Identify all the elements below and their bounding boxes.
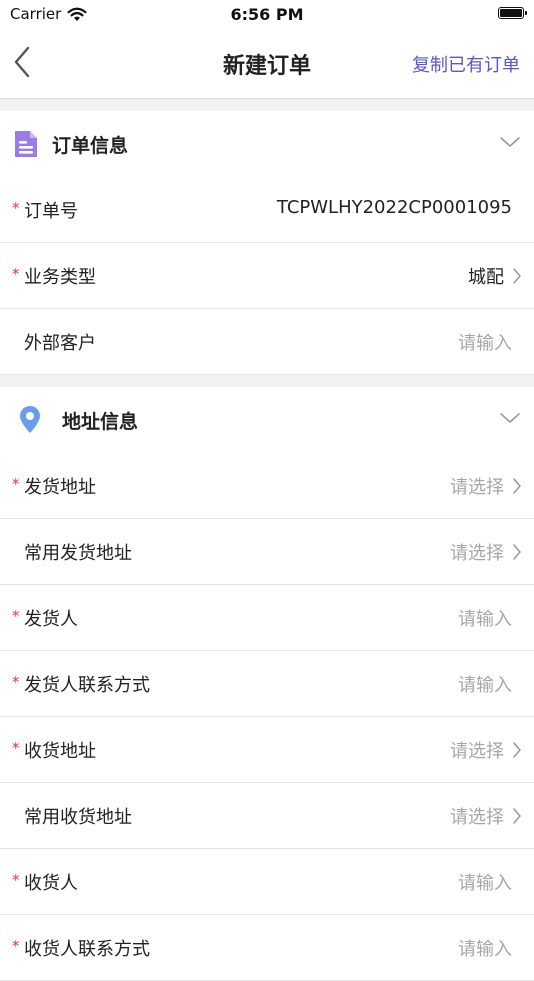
receiver-contact-label: 收货人联系方式	[24, 939, 150, 960]
external-customer-row[interactable]: 外部客户 请输入	[0, 309, 534, 375]
required-mark: *	[12, 871, 20, 889]
navigation-bar: 新建订单 复制已有订单	[0, 28, 534, 99]
chevron-right-icon	[513, 478, 521, 494]
copy-existing-order-button[interactable]: 复制已有订单	[412, 51, 520, 77]
business-type-label: 业务类型	[24, 267, 96, 288]
location-pin-icon	[20, 406, 40, 433]
required-mark: *	[12, 607, 20, 625]
required-mark: *	[12, 937, 20, 955]
shipper-contact-input[interactable]: 请输入	[458, 671, 512, 697]
required-mark: *	[12, 673, 20, 691]
order-number-label: 订单号	[24, 201, 78, 222]
common-shipping-address-label: 常用发货地址	[24, 543, 132, 564]
chevron-right-icon	[513, 268, 521, 284]
chevron-right-icon	[513, 808, 521, 824]
receiver-input[interactable]: 请输入	[458, 869, 512, 895]
receiver-contact-row[interactable]: * 收货人联系方式 请输入	[0, 915, 534, 981]
business-type-value[interactable]: 城配	[468, 263, 504, 289]
common-shipping-address-row[interactable]: 常用发货地址 请选择	[0, 519, 534, 585]
shipper-label: 发货人	[24, 609, 78, 630]
receiving-address-row[interactable]: * 收货地址 请选择	[0, 717, 534, 783]
chevron-down-icon[interactable]	[500, 411, 520, 425]
shipping-address-label: 发货地址	[24, 477, 96, 498]
business-type-row[interactable]: * 业务类型 城配	[0, 243, 534, 309]
receiving-address-select[interactable]: 请选择	[450, 737, 504, 763]
receiving-address-label: 收货地址	[24, 741, 96, 762]
chevron-right-icon	[513, 544, 521, 560]
external-customer-input[interactable]: 请输入	[458, 329, 512, 355]
battery-icon	[498, 7, 527, 19]
receiver-contact-input[interactable]: 请输入	[458, 935, 512, 961]
chevron-right-icon	[513, 742, 521, 758]
order-number-row: * 订单号 TCPWLHY2022CP0001095	[0, 177, 534, 243]
shipper-contact-row[interactable]: * 发货人联系方式 请输入	[0, 651, 534, 717]
order-info-header[interactable]: 订单信息	[0, 111, 534, 178]
shipper-row[interactable]: * 发货人 请输入	[0, 585, 534, 651]
receiver-row[interactable]: * 收货人 请输入	[0, 849, 534, 915]
status-bar: Carrier 6:56 PM	[0, 0, 534, 28]
external-customer-label: 外部客户	[24, 333, 96, 354]
shipper-contact-label: 发货人联系方式	[24, 675, 150, 696]
required-mark: *	[12, 475, 20, 493]
required-mark: *	[12, 199, 20, 217]
common-receiving-address-label: 常用收货地址	[24, 807, 132, 828]
address-info-title: 地址信息	[62, 411, 139, 433]
section-divider	[0, 375, 534, 387]
common-receiving-address-row[interactable]: 常用收货地址 请选择	[0, 783, 534, 849]
shipping-address-select[interactable]: 请选择	[450, 473, 504, 499]
order-number-value: TCPWLHY2022CP0001095	[276, 197, 512, 218]
clock: 6:56 PM	[230, 5, 304, 24]
common-shipping-address-select[interactable]: 请选择	[450, 539, 504, 565]
order-info-title: 订单信息	[52, 135, 129, 157]
required-mark: *	[12, 265, 20, 283]
document-icon	[15, 131, 37, 157]
address-info-header[interactable]: 地址信息	[0, 387, 534, 454]
required-mark: *	[12, 739, 20, 757]
section-divider	[0, 99, 534, 111]
shipper-input[interactable]: 请输入	[458, 605, 512, 631]
receiver-label: 收货人	[24, 873, 78, 894]
chevron-down-icon[interactable]	[500, 135, 520, 149]
shipping-address-row[interactable]: * 发货地址 请选择	[0, 453, 534, 519]
common-receiving-address-select[interactable]: 请选择	[450, 803, 504, 829]
